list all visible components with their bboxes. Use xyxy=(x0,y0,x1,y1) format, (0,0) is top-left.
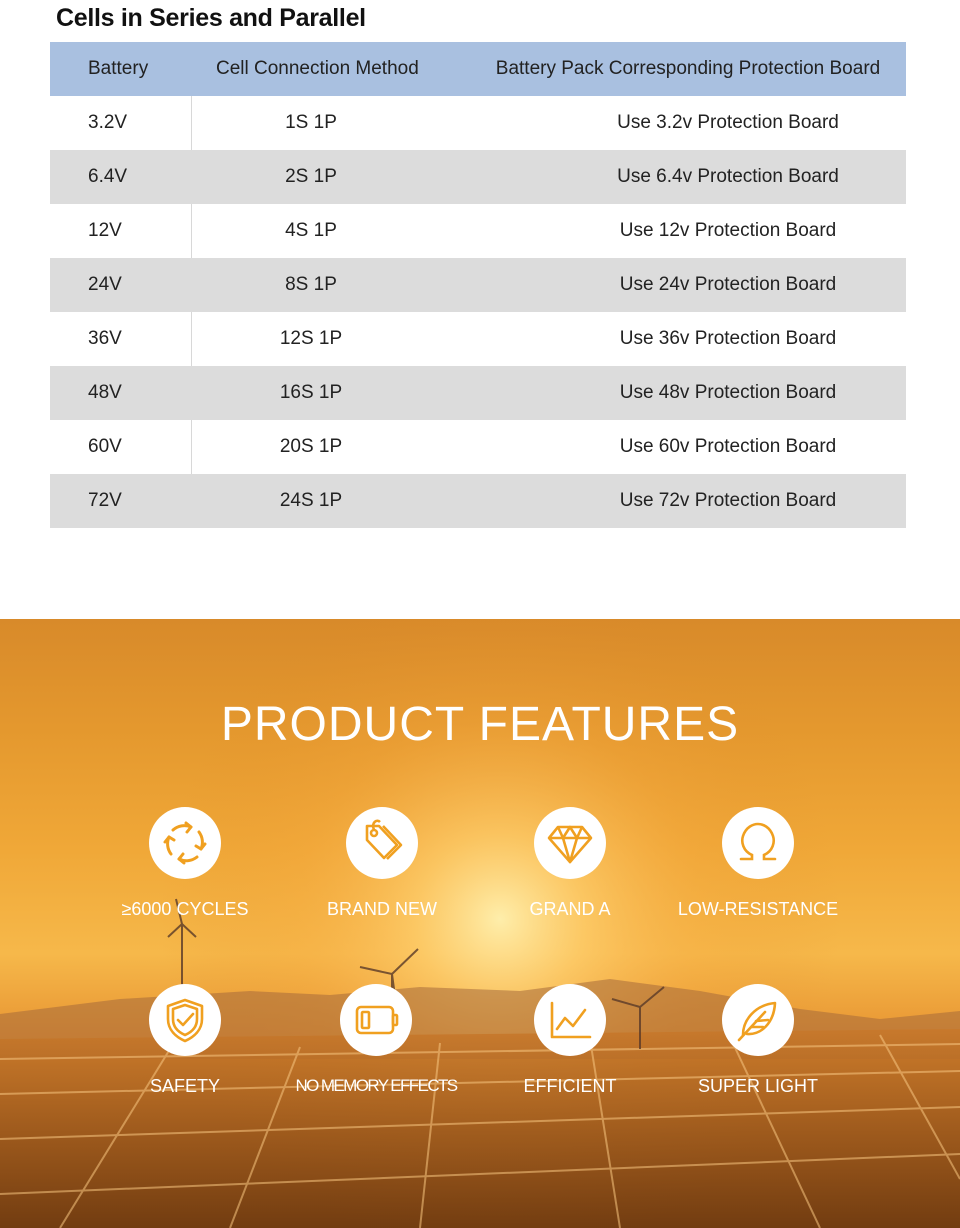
cell-board: Use 72v Protection Board xyxy=(619,490,837,511)
cell-battery: 3.2V xyxy=(50,96,192,150)
table-row: 48V 16S 1P Use 48v Protection Board xyxy=(50,366,906,420)
cell-connection: 1S 1P xyxy=(285,112,337,133)
feature-label: BRAND NEW xyxy=(326,899,437,919)
price-tags-icon xyxy=(365,819,403,860)
cell-board: Use 36v Protection Board xyxy=(619,328,837,349)
feature-brand-new: BRAND NEW xyxy=(282,807,482,920)
cell-battery: 72V xyxy=(88,490,122,511)
feature-grand-a: GRAND A xyxy=(470,807,670,920)
table-row: 60V 20S 1P Use 60v Protection Board xyxy=(50,420,906,474)
table-row: 72V 24S 1P Use 72v Protection Board xyxy=(50,474,906,528)
feature-label: SUPER LIGHT xyxy=(697,1076,819,1096)
header-protection-board: Battery Pack Corresponding Protection Bo… xyxy=(495,58,881,79)
cell-board: Use 6.4v Protection Board xyxy=(617,166,839,187)
feature-label: GRAND A xyxy=(529,899,611,919)
cell-board: Use 24v Protection Board xyxy=(619,274,837,295)
feature-label: LOW-RESISTANCE xyxy=(677,899,839,919)
feature-cycles: ≥6000 CYCLES xyxy=(85,807,285,920)
feature-label: NO MEMORY EFFECTS xyxy=(295,1076,458,1095)
feature-super-light: SUPER LIGHT xyxy=(658,984,858,1097)
cell-battery: 6.4V xyxy=(88,166,128,187)
feature-label: EFFICIENT xyxy=(523,1076,617,1096)
header-connection-method: Cell Connection Method xyxy=(216,58,419,79)
table-row: 3.2V 1S 1P Use 3.2v Protection Board xyxy=(50,96,906,150)
cell-board: Use 12v Protection Board xyxy=(619,220,837,241)
omega-icon xyxy=(739,822,777,861)
cell-battery: 12V xyxy=(50,204,192,258)
cell-connection: 12S 1P xyxy=(279,328,343,349)
shield-check-icon xyxy=(166,998,204,1043)
table-row: 24V 8S 1P Use 24v Protection Board xyxy=(50,258,906,312)
cell-battery: 48V xyxy=(88,382,122,403)
cell-connection: 8S 1P xyxy=(285,274,337,295)
table-header-row: Battery Cell Connection Method Battery P… xyxy=(50,42,906,96)
cell-board: Use 3.2v Protection Board xyxy=(617,112,839,133)
feather-icon xyxy=(737,1001,777,1042)
table-row: 6.4V 2S 1P Use 6.4v Protection Board xyxy=(50,150,906,204)
cell-connection: 2S 1P xyxy=(285,166,337,187)
cycle-arrows-icon xyxy=(163,821,207,865)
cell-board: Use 60v Protection Board xyxy=(619,436,837,457)
cell-connection: 20S 1P xyxy=(279,436,343,457)
table-title: Cells in Series and Parallel xyxy=(56,4,366,32)
cell-connection: 4S 1P xyxy=(285,220,337,241)
feature-label: SAFETY xyxy=(149,1076,220,1096)
cell-battery: 24V xyxy=(88,274,122,295)
feature-label: ≥6000 CYCLES xyxy=(121,899,249,919)
feature-low-resistance: LOW-RESISTANCE xyxy=(658,807,858,920)
feature-no-memory: NO MEMORY EFFECTS xyxy=(276,984,476,1096)
table-row: 36V 12S 1P Use 36v Protection Board xyxy=(50,312,906,366)
diamond-icon xyxy=(547,825,593,864)
feature-efficient: EFFICIENT xyxy=(470,984,670,1097)
cell-connection: 16S 1P xyxy=(279,382,343,403)
battery-icon xyxy=(355,1005,399,1035)
cell-battery: 60V xyxy=(50,420,192,474)
feature-safety: SAFETY xyxy=(85,984,285,1097)
cell-board: Use 48v Protection Board xyxy=(619,382,837,403)
cells-table: Battery Cell Connection Method Battery P… xyxy=(50,42,906,528)
product-features-banner: PRODUCT FEATURES ≥6000 CYCLES BRAND NEW … xyxy=(0,619,960,1228)
table-row: 12V 4S 1P Use 12v Protection Board xyxy=(50,204,906,258)
line-chart-icon xyxy=(550,1001,592,1039)
header-battery: Battery xyxy=(88,58,149,79)
cell-battery: 36V xyxy=(50,312,192,366)
features-title: PRODUCT FEATURES xyxy=(220,698,740,751)
cell-connection: 24S 1P xyxy=(279,490,343,511)
